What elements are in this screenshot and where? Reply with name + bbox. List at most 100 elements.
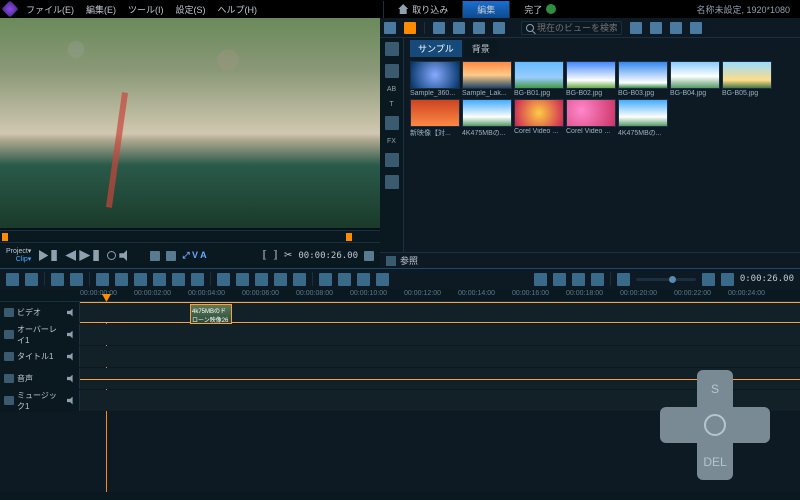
tool-19[interactable]	[591, 273, 604, 286]
scrub-bar[interactable]	[0, 230, 380, 242]
tab-sample[interactable]: サンプル	[410, 40, 462, 57]
tool-15[interactable]	[376, 273, 389, 286]
cat-motion-icon[interactable]	[385, 153, 399, 167]
pan-mode-icon[interactable]: ⤢ V A	[182, 250, 206, 261]
media-item[interactable]: BG-B03.jpg	[618, 61, 668, 97]
tool-10[interactable]	[274, 273, 287, 286]
media-item[interactable]: Corel Video ...	[514, 99, 564, 138]
library-search[interactable]	[521, 21, 622, 35]
cat-transition-icon[interactable]: AB	[387, 86, 396, 93]
media-item[interactable]: Sample_Lak...	[462, 61, 512, 97]
cat-fx-icon[interactable]: FX	[387, 138, 396, 145]
cat-media-icon[interactable]	[385, 42, 399, 56]
folder-icon[interactable]	[386, 256, 396, 266]
tool-11[interactable]	[293, 273, 306, 286]
play-button[interactable]	[37, 250, 48, 261]
tab-background[interactable]: 背景	[464, 40, 498, 57]
mark-out-button[interactable]: ⟧	[273, 250, 278, 261]
fit-timeline-button[interactable]	[721, 273, 734, 286]
snapshot-button[interactable]	[150, 251, 160, 261]
goto-end-button[interactable]	[93, 250, 104, 261]
track-header[interactable]: 音声	[0, 368, 80, 389]
tool-7[interactable]	[217, 273, 230, 286]
zoom-out-button[interactable]	[617, 273, 630, 286]
dpad-center[interactable]	[697, 407, 733, 443]
loop-button[interactable]	[107, 251, 116, 260]
track-header[interactable]: タイトル1	[0, 346, 80, 367]
mode-label[interactable]: Project▾Clip▾	[6, 248, 31, 264]
view-list-icon[interactable]	[670, 22, 682, 34]
track-lane[interactable]: 4k75MBのドローン映像26秒.MP4	[80, 302, 800, 323]
tool-12[interactable]	[319, 273, 332, 286]
step-edit[interactable]: 編集	[462, 1, 509, 18]
video-preview[interactable]	[0, 18, 380, 228]
menu-settings[interactable]: 設定(S)	[176, 3, 206, 16]
dpad-down[interactable]: DEL	[697, 443, 733, 480]
tool-9[interactable]	[255, 273, 268, 286]
mark-in-button[interactable]: ⟦	[262, 250, 267, 261]
menu-file[interactable]: ファイル(E)	[26, 3, 74, 16]
sort-icon[interactable]	[433, 22, 445, 34]
tool-17[interactable]	[553, 273, 566, 286]
tool-5[interactable]	[172, 273, 185, 286]
tool-2[interactable]	[115, 273, 128, 286]
menu-edit[interactable]: 編集(E)	[86, 3, 116, 16]
tool-18[interactable]	[572, 273, 585, 286]
import-media-icon[interactable]	[384, 22, 396, 34]
tool-1[interactable]	[96, 273, 109, 286]
zoom-in-button[interactable]	[702, 273, 715, 286]
filter-image-icon[interactable]	[473, 22, 485, 34]
media-item[interactable]: BG-B04.jpg	[670, 61, 720, 97]
timecode-display[interactable]: 00:00:26.00	[298, 251, 358, 261]
step-finish[interactable]: 完了	[509, 1, 570, 18]
track-header[interactable]: ビデオ	[0, 302, 80, 323]
cat-overlay-icon[interactable]	[385, 116, 399, 130]
track-header[interactable]: オーバーレイ1	[0, 324, 80, 345]
track-header[interactable]: ミュージック1	[0, 390, 80, 411]
tool-6[interactable]	[191, 273, 204, 286]
track-mute-icon[interactable]	[67, 353, 75, 361]
track-mute-icon[interactable]	[67, 309, 75, 317]
media-item[interactable]: BG-B01.jpg	[514, 61, 564, 97]
prev-frame-button[interactable]	[65, 250, 76, 261]
media-item[interactable]: Corel Video ...	[566, 99, 616, 138]
goto-start-button[interactable]	[51, 250, 62, 261]
search-input[interactable]	[537, 23, 617, 33]
media-item[interactable]: Sample_360...	[410, 61, 460, 97]
track-mute-icon[interactable]	[67, 331, 75, 339]
media-item[interactable]: BG-B02.jpg	[566, 61, 616, 97]
filter-video-icon[interactable]	[453, 22, 465, 34]
tool-3[interactable]	[134, 273, 147, 286]
zoom-slider[interactable]	[636, 278, 696, 281]
undock-icon[interactable]	[690, 22, 702, 34]
browse-label[interactable]: 参照	[400, 254, 418, 267]
trim-button[interactable]	[166, 251, 176, 261]
next-frame-button[interactable]	[79, 250, 90, 261]
view-grid-icon[interactable]	[650, 22, 662, 34]
in-marker[interactable]	[2, 233, 8, 241]
add-media-icon[interactable]	[404, 22, 416, 34]
tool-8[interactable]	[236, 273, 249, 286]
undo-button[interactable]	[51, 273, 64, 286]
menu-tool[interactable]: ツール(I)	[128, 3, 164, 16]
track-lane[interactable]	[80, 346, 800, 367]
media-item[interactable]: 4K475MBの...	[618, 99, 668, 138]
dpad-up[interactable]: S	[697, 370, 733, 407]
volume-button[interactable]	[119, 250, 130, 261]
fullscreen-button[interactable]	[364, 251, 374, 261]
dpad-right[interactable]	[733, 407, 770, 443]
track-mute-icon[interactable]	[67, 397, 75, 405]
thumb-slider-icon[interactable]	[630, 22, 642, 34]
dpad-left[interactable]	[660, 407, 697, 443]
track-mute-icon[interactable]	[67, 375, 75, 383]
timeline-view-button[interactable]	[25, 273, 38, 286]
tool-13[interactable]	[338, 273, 351, 286]
media-item[interactable]: BG-B05.jpg	[722, 61, 772, 97]
tool-16[interactable]	[534, 273, 547, 286]
cat-ar-icon[interactable]	[385, 175, 399, 189]
filter-audio-icon[interactable]	[493, 22, 505, 34]
time-ruler[interactable]: 00:00:00:0000:00:02:0000:00:04:0000:00:0…	[0, 290, 800, 302]
media-item[interactable]: 4K475MBの...	[462, 99, 512, 138]
cat-title-icon[interactable]: T	[389, 101, 393, 108]
menu-help[interactable]: ヘルプ(H)	[218, 3, 258, 16]
